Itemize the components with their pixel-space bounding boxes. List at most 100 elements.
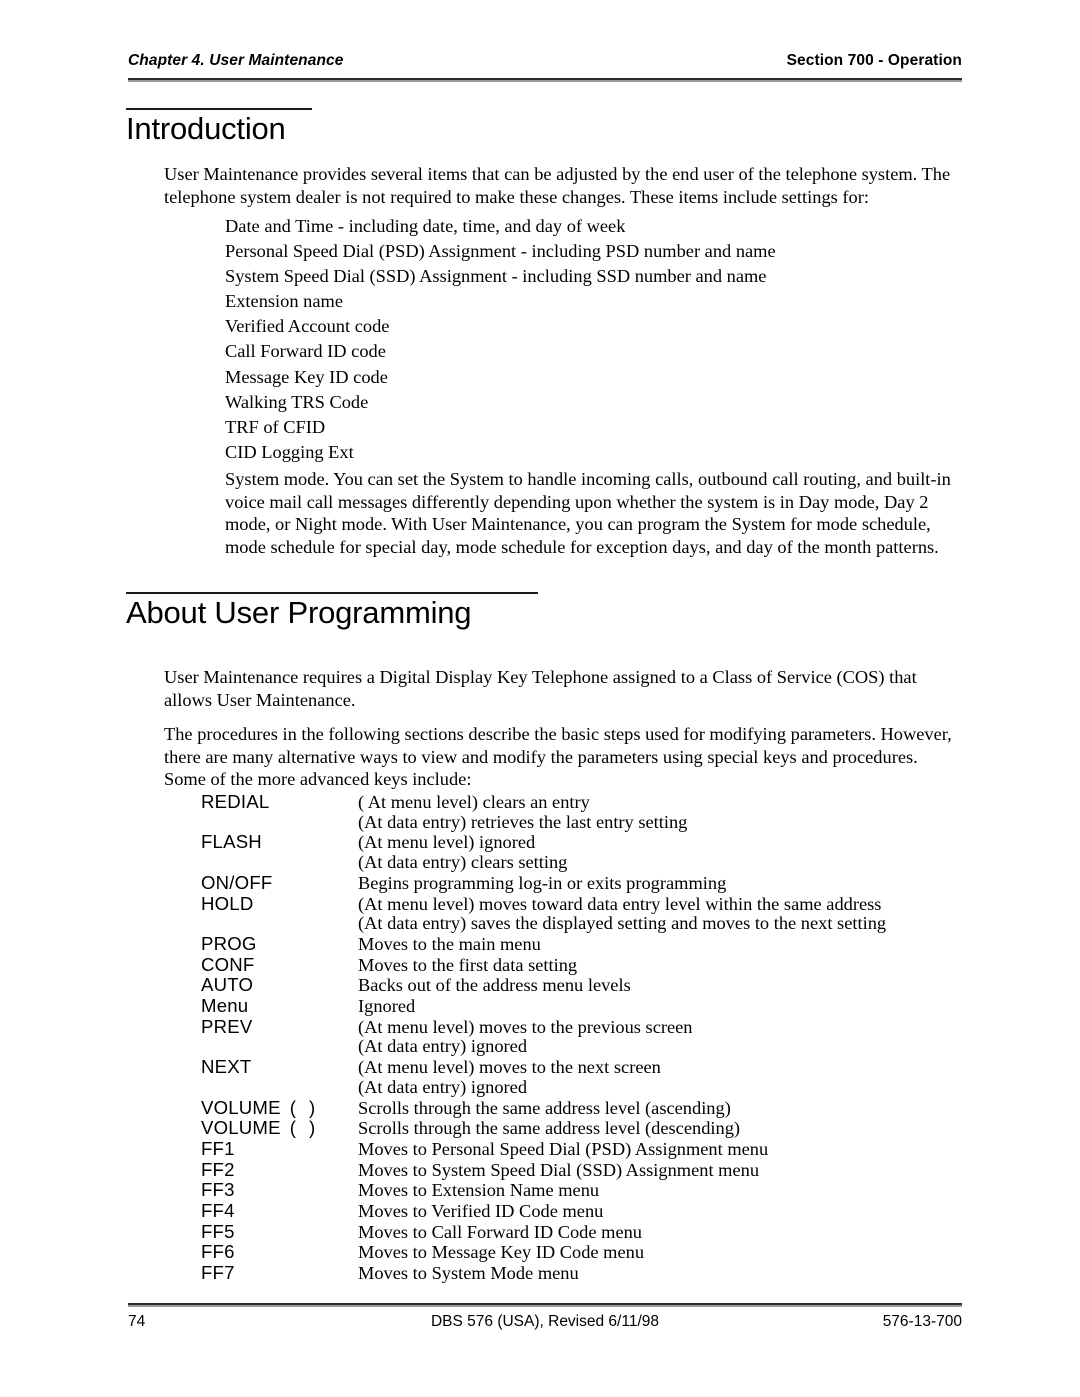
heading-text-introduction: Introduction: [126, 111, 286, 146]
header-chapter: Chapter 4. User Maintenance: [128, 52, 344, 69]
key-description: (At menu level) moves to the next screen: [358, 1057, 661, 1078]
key-description: Moves to Message Key ID Code menu: [358, 1242, 645, 1263]
key-description: Scrolls through the same address level (…: [358, 1097, 731, 1118]
list-item: Date and Time - including date, time, an…: [225, 216, 626, 236]
key-description: (At menu level) ignored: [358, 832, 536, 853]
table-row: VOLUME () Scrolls through the same addres…: [201, 1096, 961, 1119]
table-row: (At data entry) ignored: [201, 1037, 961, 1057]
key-description: Scrolls through the same address level (…: [358, 1118, 741, 1139]
table-row: FF6 Moves to Message Key ID Code menu: [201, 1242, 961, 1263]
list-item: CID Logging Ext: [225, 441, 354, 462]
key-description: Ignored: [358, 996, 416, 1017]
table-row: REDIAL ( At menu level) clears an entry: [201, 792, 961, 813]
table-row: FF3 Moves to Extension Name menu: [201, 1180, 961, 1201]
key-description: Moves to the first data setting: [358, 954, 578, 975]
table-row: (At data entry) clears setting: [201, 852, 961, 873]
key-description: (At menu level) moves toward data entry …: [358, 893, 882, 914]
key-name: REDIAL: [201, 791, 270, 812]
key-name-label: VOLUME: [201, 1117, 281, 1139]
introduction-item-list: Date and Time - including date, time, an…: [225, 214, 965, 465]
list-item: Call Forward ID code: [225, 341, 386, 362]
key-name: NEXT: [201, 1056, 252, 1078]
key-name: ON/OFF: [201, 871, 273, 893]
table-row: FF2 Moves to System Speed Dial (SSD) Ass…: [201, 1159, 961, 1181]
list-item: System Speed Dial (SSD) Assignment - inc…: [225, 266, 767, 287]
key-description: (At data entry) ignored: [358, 1036, 528, 1057]
key-name: AUTO: [201, 974, 254, 996]
key-description: Moves to the main menu: [358, 933, 541, 954]
table-row: FLASH (At menu level) ignored: [201, 832, 961, 853]
running-header: Chapter 4. User Maintenance Section 700 …: [128, 52, 962, 70]
key-name: FF3: [201, 1179, 235, 1201]
key-name: FLASH: [201, 831, 262, 853]
key-reference-table: REDIAL ( At menu level) clears an entry …: [201, 792, 961, 1284]
section-heading-about-user-programming: About User Programming: [126, 592, 538, 631]
key-name: CONF: [201, 953, 255, 975]
header-rule: [128, 78, 962, 82]
key-description: Moves to Call Forward ID Code menu: [358, 1221, 642, 1242]
document-number: 576-13-700: [882, 1313, 962, 1330]
list-item: Walking TRS Code: [225, 391, 369, 412]
key-name: FF5: [201, 1220, 235, 1242]
key-description: Moves to Verified ID Code menu: [358, 1201, 604, 1222]
heading-rule-about: [126, 592, 538, 594]
page-number: 74: [128, 1313, 146, 1330]
table-row: FF4 Moves to Verified ID Code menu: [201, 1201, 961, 1222]
key-name: FF6: [201, 1241, 235, 1263]
table-row: Menu Ignored: [201, 996, 961, 1017]
table-row: CONF Moves to the first data setting: [201, 953, 961, 976]
key-name: FF4: [201, 1200, 235, 1222]
table-row: FF7 Moves to System Mode menu: [201, 1263, 961, 1284]
table-row: VOLUME () Scrolls through the same addres…: [201, 1118, 961, 1139]
key-description: (At data entry) clears setting: [358, 852, 568, 873]
list-item: Extension name: [225, 291, 343, 312]
footer-rule: [128, 1303, 962, 1307]
system-mode-paragraph: System mode. You can set the System to h…: [225, 469, 951, 557]
introduction-paragraph: User Maintenance provides several items …: [164, 164, 951, 207]
table-row: FF1 Moves to Personal Speed Dial (PSD) A…: [201, 1139, 961, 1160]
heading-text-about: About User Programming: [126, 595, 472, 630]
table-row: (At data entry) saves the displayed sett…: [201, 914, 961, 934]
document-page: Chapter 4. User Maintenance Section 700 …: [0, 0, 1080, 1397]
key-description: ( At menu level) clears an entry: [358, 792, 590, 812]
running-footer: 74 DBS 576 (USA), Revised 6/11/98 576-13…: [128, 1313, 962, 1331]
key-name: PROG: [201, 932, 257, 954]
list-item: TRF of CFID: [225, 416, 326, 437]
key-description: (At data entry) ignored: [358, 1076, 528, 1097]
table-row: (At data entry) retrieves the last entry…: [201, 811, 961, 833]
key-description: Moves to Extension Name menu: [358, 1180, 600, 1201]
list-item: Message Key ID code: [225, 366, 388, 387]
about-paragraph-1: User Maintenance requires a Digital Disp…: [164, 667, 917, 710]
heading-rule-introduction: [126, 108, 312, 110]
table-row: PREV (At menu level) moves to the previo…: [201, 1017, 961, 1038]
key-description: (At data entry) saves the displayed sett…: [358, 913, 887, 934]
key-name: FF1: [201, 1137, 235, 1159]
key-name: VOLUME (): [201, 1096, 358, 1118]
key-name: Menu: [201, 995, 249, 1017]
key-name: HOLD: [201, 892, 254, 914]
volume-down-arrow-icon: (): [289, 1117, 316, 1139]
list-item: Verified Account code: [225, 316, 390, 337]
table-row: AUTO Backs out of the address menu level…: [201, 975, 961, 996]
key-description: (At data entry) retrieves the last entry…: [358, 811, 688, 832]
table-row: (At data entry) ignored: [201, 1076, 961, 1098]
table-row: FF5 Moves to Call Forward ID Code menu: [201, 1222, 961, 1243]
section-heading-introduction: Introduction: [126, 108, 312, 147]
table-row: ON/OFF Begins programming log-in or exit…: [201, 873, 961, 894]
key-description: Moves to Personal Speed Dial (PSD) Assig…: [358, 1138, 769, 1159]
key-description: Moves to System Mode menu: [358, 1263, 579, 1284]
table-row: HOLD (At menu level) moves toward data e…: [201, 892, 961, 915]
list-item: Personal Speed Dial (PSD) Assignment - i…: [225, 241, 776, 262]
key-name: FF7: [201, 1262, 235, 1284]
footer-center-text: DBS 576 (USA), Revised 6/11/98: [430, 1313, 659, 1330]
key-name: PREV: [201, 1015, 253, 1037]
table-row: NEXT (At menu level) moves to the next s…: [201, 1057, 961, 1078]
header-section: Section 700 - Operation: [786, 52, 962, 69]
key-description: Backs out of the address menu levels: [358, 975, 631, 996]
volume-up-arrow-icon: (): [289, 1096, 316, 1118]
key-name-label: VOLUME: [201, 1096, 281, 1118]
about-paragraph-2: The procedures in the following sections…: [164, 724, 952, 790]
key-name: VOLUME (): [201, 1118, 358, 1138]
key-description: (At menu level) moves to the previous sc…: [358, 1016, 693, 1037]
key-description: Moves to System Speed Dial (SSD) Assignm…: [358, 1159, 760, 1180]
